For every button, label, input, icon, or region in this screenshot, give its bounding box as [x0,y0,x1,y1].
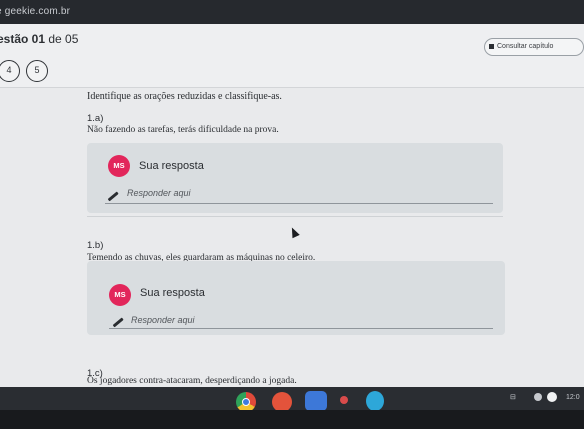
answer-input-1a[interactable]: Responder aqui [127,188,191,198]
monitor-bezel [0,410,584,429]
consult-chapter-label: Consultar capítulo [497,43,554,50]
consult-chapter-button[interactable]: Consultar capítulo [484,38,584,56]
pencil-icon [112,317,124,328]
pencil-icon [107,191,119,202]
app-cyan-icon[interactable] [366,391,384,411]
question-counter-total: de 05 [45,32,79,46]
item-sentence-1c: Os jogadores contra-atacaram, desperdiça… [87,376,297,386]
answer-input-underline [109,328,493,329]
answer-card-1a: MS Sua resposta Responder aqui [87,143,503,213]
avatar: MS [108,155,130,177]
response-title: Sua resposta [140,287,205,299]
answer-input-1b[interactable]: Responder aqui [131,315,195,325]
app-orange-icon[interactable] [272,392,292,412]
tray-status-icon[interactable] [534,393,542,401]
browser-url[interactable]: e geekie.com.br [0,6,70,17]
answer-card-1b: MS Sua resposta Responder aqui [87,261,505,335]
app-red-icon[interactable] [340,396,348,404]
avatar: MS [109,284,131,306]
question-instruction: Identifique as orações reduzidas e class… [87,91,282,102]
book-icon [489,44,494,49]
question-counter: estão 01 de 05 [0,32,78,46]
mouse-cursor-icon [288,225,300,239]
browser-address-bar[interactable]: e geekie.com.br [0,0,584,24]
response-title: Sua resposta [139,160,204,172]
item-divider [87,216,503,217]
question-counter-current: estão 01 [0,32,46,46]
question-header: estão 01 de 05 Consultar capítulo 4 5 [0,24,584,88]
app-blue-icon[interactable] [305,391,327,411]
question-page: estão 01 de 05 Consultar capítulo 4 5 Id… [0,24,584,387]
tray-network-icon[interactable] [547,392,557,402]
item-sentence-1a: Não fazendo as tarefas, terás dificuldad… [87,125,279,135]
item-label-1b: 1.b) [87,240,104,251]
answer-input-underline [105,203,493,204]
pager-item-5[interactable]: 5 [26,60,48,82]
pager-item-4[interactable]: 4 [0,60,20,82]
item-label-1a: 1.a) [87,113,104,124]
taskbar-clock[interactable]: 12:0 [566,394,580,401]
chrome-icon[interactable] [236,392,256,412]
tray-overflow-icon[interactable]: ⊟ [510,393,516,401]
